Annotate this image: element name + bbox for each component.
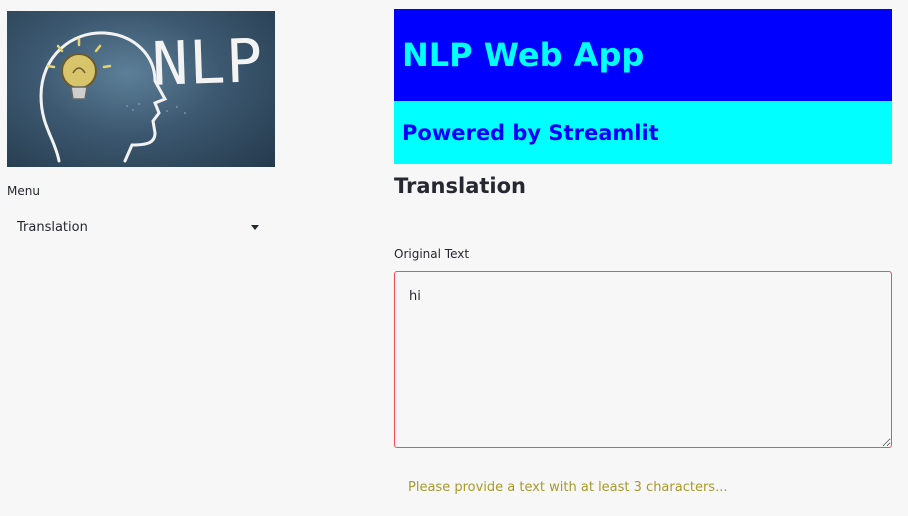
sidebar: NLP Menu Translation — [0, 0, 290, 516]
section-title: Translation — [394, 174, 526, 198]
title-banner: NLP Web App — [394, 9, 892, 101]
nlp-logo-image: NLP — [7, 11, 275, 167]
menu-select[interactable]: Translation — [7, 211, 267, 243]
chevron-down-icon — [251, 224, 259, 230]
original-text-label: Original Text — [394, 247, 470, 261]
original-text-input[interactable]: hi — [395, 272, 891, 447]
main-content: NLP Web App Powered by Streamlit Transla… — [394, 9, 892, 495]
page-subtitle: Powered by Streamlit — [402, 120, 659, 145]
menu-selected-value: Translation — [17, 219, 88, 235]
logo-text: NLP — [150, 26, 265, 100]
page-title: NLP Web App — [402, 36, 645, 74]
subtitle-banner: Powered by Streamlit — [394, 101, 892, 164]
original-text-box: hi — [394, 271, 892, 448]
menu-label: Menu — [7, 184, 40, 198]
warning-message: Please provide a text with at least 3 ch… — [408, 480, 728, 495]
